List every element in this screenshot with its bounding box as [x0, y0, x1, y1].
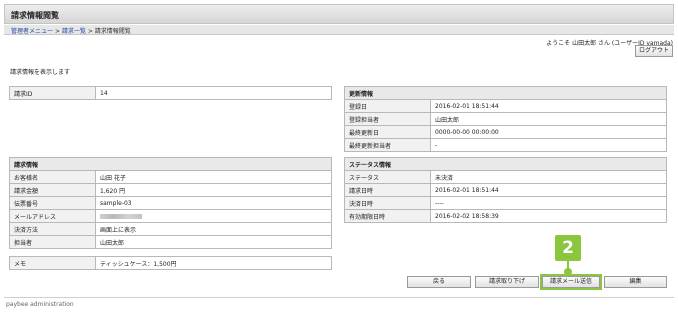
table-row: 決済方法 画面上に表示	[9, 222, 332, 236]
update-info-heading: 更新情報	[344, 86, 667, 100]
breadcrumb-current: 請求情報閲覧	[94, 28, 131, 35]
status-label: 有効期限日時	[344, 209, 431, 223]
billing-id-table: 請求ID 14	[9, 86, 332, 100]
billing-label: 決済方法	[9, 222, 96, 236]
staff-value: 山田太郎	[95, 235, 332, 249]
table-row: 伝票番号 sample-03	[9, 196, 332, 210]
table-row: 請求ID 14	[9, 86, 332, 100]
payment-method-value: 画面上に表示	[95, 222, 332, 236]
page-header: 請求情報閲覧	[4, 4, 674, 24]
table-row: お客様名 山田 花子	[9, 170, 332, 184]
update-value: 山田太郎	[430, 112, 667, 126]
email-value	[95, 209, 332, 223]
intro-text: 請求情報を表示します	[10, 69, 71, 76]
status-value: 未決済	[430, 170, 667, 184]
send-billing-mail-button[interactable]: 請求メール送信	[540, 274, 602, 290]
table-row: 有効期限日時 2016-02-02 18:58:39	[344, 209, 667, 223]
billing-info-table: 請求情報 お客様名 山田 花子 請求金額 1,620 円 伝票番号 sample…	[9, 157, 332, 249]
status-value: ----	[430, 196, 667, 210]
back-button[interactable]: 戻る	[407, 276, 471, 288]
breadcrumb-separator: >	[54, 28, 60, 35]
page-title: 請求情報閲覧	[11, 11, 59, 20]
table-row: 登録担当者 山田太郎	[344, 112, 667, 126]
table-row: ステータス 未決済	[344, 170, 667, 184]
table-row: 請求金額 1,620 円	[9, 183, 332, 197]
table-row: 担当者 山田太郎	[9, 235, 332, 249]
billing-label: メールアドレス	[9, 209, 96, 223]
billing-info-heading: 請求情報	[9, 157, 332, 171]
table-row: 決済日時 ----	[344, 196, 667, 210]
billing-id-label: 請求ID	[9, 86, 96, 100]
footer: paybee administration	[4, 297, 674, 308]
table-row: 請求日時 2016-02-01 18:51:44	[344, 183, 667, 197]
breadcrumb-bar: 管理者メニュー > 請求一覧 > 請求情報閲覧	[4, 25, 674, 35]
status-value: 2016-02-02 18:58:39	[430, 209, 667, 223]
edit-button[interactable]: 編集	[604, 276, 667, 288]
breadcrumb: 管理者メニュー > 請求一覧 > 請求情報閲覧	[11, 26, 131, 35]
status-label: ステータス	[344, 170, 431, 184]
logout-button[interactable]: ログアウト	[635, 45, 673, 57]
table-row: メールアドレス	[9, 209, 332, 223]
billing-label: お客様名	[9, 170, 96, 184]
redacted-email	[100, 213, 142, 219]
update-value: -	[430, 138, 667, 152]
status-label: 決済日時	[344, 196, 431, 210]
memo-label: メモ	[9, 256, 96, 270]
status-info-heading: ステータス情報	[344, 157, 667, 171]
update-value: 0000-00-00 00:00:00	[430, 125, 667, 139]
slip-number-value: sample-03	[95, 196, 332, 210]
amount-value: 1,620 円	[95, 183, 332, 197]
update-label: 登録日	[344, 99, 431, 113]
step-callout-badge: 2	[555, 235, 581, 261]
table-row: 登録日 2016-02-01 18:51:44	[344, 99, 667, 113]
update-label: 登録担当者	[344, 112, 431, 126]
memo-table: メモ ティッシュケース：1,500円	[9, 256, 332, 270]
customer-name-value: 山田 花子	[95, 170, 332, 184]
update-info-table: 更新情報 登録日 2016-02-01 18:51:44 登録担当者 山田太郎 …	[344, 86, 667, 152]
cancel-billing-button[interactable]: 請求取り下げ	[475, 276, 539, 288]
update-label: 最終更新担当者	[344, 138, 431, 152]
table-row: メモ ティッシュケース：1,500円	[9, 256, 332, 270]
breadcrumb-admin-menu[interactable]: 管理者メニュー	[11, 28, 53, 35]
status-info-table: ステータス情報 ステータス 未決済 請求日時 2016-02-01 18:51:…	[344, 157, 667, 223]
billing-id-value: 14	[95, 86, 332, 100]
update-value: 2016-02-01 18:51:44	[430, 99, 667, 113]
status-value: 2016-02-01 18:51:44	[430, 183, 667, 197]
table-row: 最終更新担当者 -	[344, 138, 667, 152]
footer-text: paybee administration	[6, 301, 74, 308]
billing-label: 担当者	[9, 235, 96, 249]
breadcrumb-separator: >	[87, 28, 93, 35]
billing-label: 伝票番号	[9, 196, 96, 210]
memo-value: ティッシュケース：1,500円	[95, 256, 332, 270]
callout-pointer-dot	[564, 268, 572, 276]
billing-label: 請求金額	[9, 183, 96, 197]
table-row: 最終更新日 0000-00-00 00:00:00	[344, 125, 667, 139]
update-label: 最終更新日	[344, 125, 431, 139]
breadcrumb-billing-list[interactable]: 請求一覧	[62, 28, 86, 35]
status-label: 請求日時	[344, 183, 431, 197]
